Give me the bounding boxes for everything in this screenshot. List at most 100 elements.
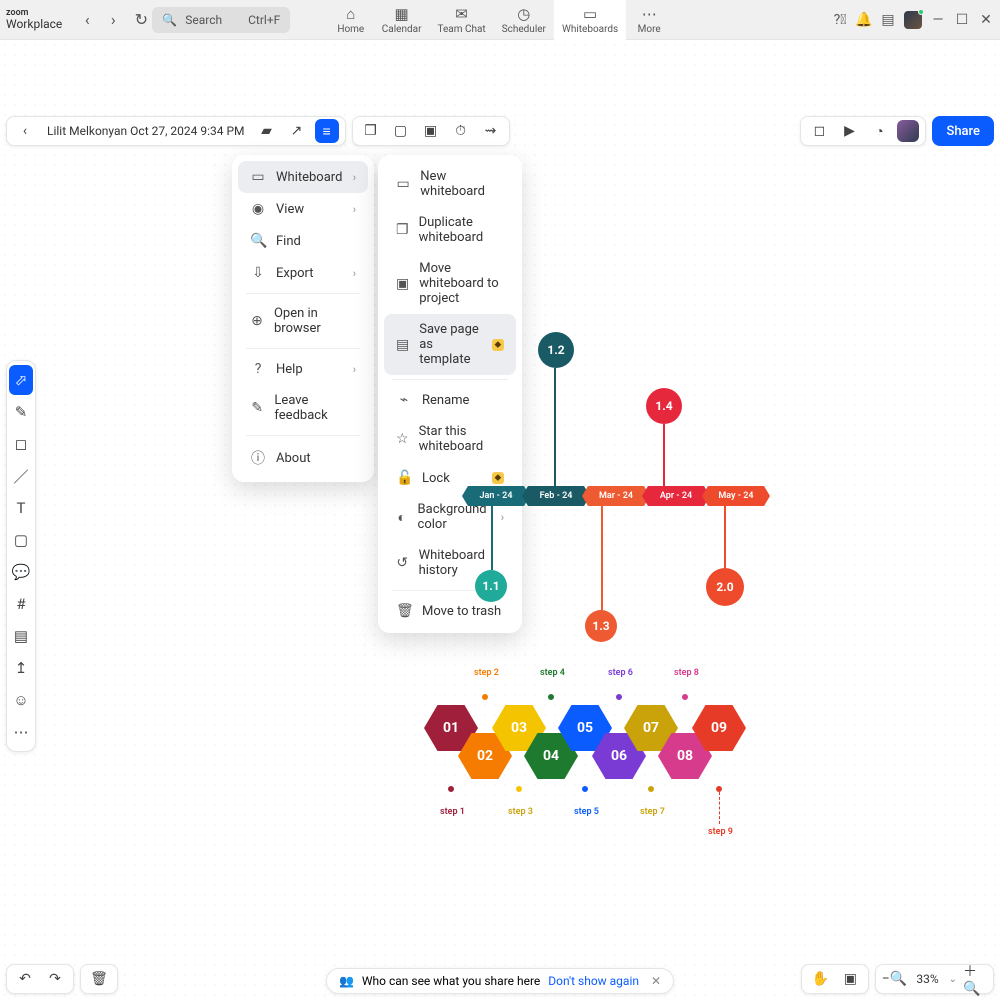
menu-whiteboard[interactable]: ▭Whiteboard› — [238, 161, 368, 193]
timeline-node[interactable]: 1.1 — [475, 570, 507, 602]
zoom-chevron-icon[interactable]: ⌄ — [949, 974, 957, 985]
notice-link[interactable]: Don't show again — [548, 974, 639, 988]
info-icon: ⓘ — [250, 448, 266, 468]
pages-icon[interactable]: ❐ — [359, 119, 383, 143]
comment-icon[interactable]: ◻ — [807, 119, 831, 143]
tool-frame[interactable]: # — [9, 589, 33, 619]
submenu-new[interactable]: ▭New whiteboard — [384, 161, 516, 207]
hex-label: 03 — [511, 720, 527, 736]
submenu-save-template[interactable]: ▤Save page as template⬥ — [384, 314, 516, 375]
paint-bucket-icon[interactable]: ▰ — [255, 119, 279, 143]
minimap-button[interactable]: ▣ — [838, 967, 862, 991]
globe-icon: ⊕ — [250, 313, 264, 329]
hand-tool[interactable]: ✋ — [808, 967, 832, 991]
document-title[interactable]: Lilit Melkonyan Oct 27, 2024 9:34 PM — [43, 124, 249, 138]
share-button[interactable]: Share — [932, 116, 994, 146]
tab-whiteboards[interactable]: ▭Whiteboards — [554, 0, 626, 40]
menu-help[interactable]: ?Help› — [238, 353, 368, 385]
timeline-month[interactable]: Mar - 24 — [588, 486, 644, 506]
undo-button[interactable]: ↶ — [13, 967, 37, 991]
hex-label: 07 — [643, 720, 659, 736]
step-label: step 6 — [608, 668, 633, 678]
menu-find[interactable]: 🔍Find — [238, 225, 368, 257]
redo-button[interactable]: ↷ — [43, 967, 67, 991]
submenu-move[interactable]: ▣Move whiteboard to project — [384, 253, 516, 314]
menu-open-browser[interactable]: ⊕Open in browser — [238, 298, 368, 344]
timer-icon[interactable]: ⏱ — [449, 119, 473, 143]
tab-home[interactable]: ⌂Home — [328, 0, 374, 40]
window-minimize[interactable]: — — [930, 12, 946, 28]
tool-line[interactable]: ／ — [9, 461, 33, 491]
notice-close[interactable]: ✕ — [651, 974, 661, 988]
trash-button[interactable]: 🗑 — [87, 967, 111, 991]
bell-icon[interactable]: 🔔 — [856, 12, 872, 28]
tab-team-chat[interactable]: ✉Team Chat — [429, 0, 493, 40]
laser-icon[interactable]: ▣ — [419, 119, 443, 143]
tab-calendar[interactable]: ▦Calendar — [374, 0, 430, 40]
premium-badge: ⬥ — [492, 339, 504, 351]
left-toolbar: ⬀ ✎ ◻ ／ T ▢ 💬 # ▤ ↥ ☺ ⋯ — [6, 360, 36, 752]
zoom-level[interactable]: 33% — [912, 972, 942, 986]
menu-about-label: About — [276, 451, 311, 466]
submenu-star[interactable]: ☆Star this whiteboard — [384, 416, 516, 462]
node-label: 1.4 — [655, 399, 672, 413]
hamburger-menu-button[interactable]: ≡ — [315, 119, 339, 143]
collaborator-avatar[interactable] — [897, 120, 919, 142]
tool-more[interactable]: ⋯ — [9, 717, 33, 747]
nav-forward-button[interactable]: › — [102, 9, 124, 31]
record-icon[interactable]: ◔ — [867, 119, 891, 143]
submenu-duplicate[interactable]: ❐Duplicate whiteboard — [384, 207, 516, 253]
step-label: step 9 — [708, 827, 733, 837]
tool-shapes[interactable]: ◻ — [9, 429, 33, 459]
tool-emoji[interactable]: ☺ — [9, 685, 33, 715]
tool-pen[interactable]: ✎ — [9, 397, 33, 427]
history-button[interactable]: ↻ — [130, 9, 152, 31]
submenu-bg-label: Background color — [418, 502, 491, 532]
nav-back-button[interactable]: ‹ — [76, 9, 98, 31]
follow-icon[interactable]: ⇝ — [479, 119, 503, 143]
step-dot — [682, 694, 688, 700]
menu-about[interactable]: ⓘ About — [238, 440, 368, 476]
menu-help-label: Help — [276, 362, 303, 377]
profile-avatar[interactable] — [904, 11, 922, 29]
tool-comment[interactable]: 💬 — [9, 557, 33, 587]
menu-view[interactable]: ◉View› — [238, 193, 368, 225]
timeline-month[interactable]: May - 24 — [708, 486, 764, 506]
timeline-node[interactable]: 1.2 — [538, 332, 574, 368]
present-icon[interactable]: ▢ — [389, 119, 413, 143]
timeline-node[interactable]: 1.3 — [585, 610, 617, 642]
step-dot — [482, 694, 488, 700]
timeline-month[interactable]: Feb - 24 — [528, 486, 584, 506]
tool-select[interactable]: ⬀ — [9, 365, 33, 395]
window-close[interactable]: ✕ — [978, 12, 994, 28]
tool-templates[interactable]: ▤ — [9, 621, 33, 651]
menu-export[interactable]: ⇩Export› — [238, 257, 368, 289]
tool-text[interactable]: T — [9, 493, 33, 523]
submenu-rename[interactable]: ⌁Rename — [384, 384, 516, 416]
search-box[interactable]: 🔍 Search Ctrl+F — [152, 7, 290, 33]
step-dot — [582, 786, 588, 792]
timeline-month[interactable]: Apr - 24 — [648, 486, 704, 506]
open-external-icon[interactable]: ↗ — [285, 119, 309, 143]
window-maximize[interactable]: ☐ — [954, 12, 970, 28]
tool-sticky[interactable]: ▢ — [9, 525, 33, 555]
tool-upload[interactable]: ↥ — [9, 653, 33, 683]
template-icon: ▤ — [396, 337, 409, 353]
video-icon[interactable]: ▶ — [837, 119, 861, 143]
tab-scheduler[interactable]: ◷Scheduler — [494, 0, 554, 40]
zoom-in-button[interactable]: ＋🔍 — [963, 967, 987, 991]
chevron-right-icon: › — [501, 511, 504, 524]
apps-icon[interactable]: ▤ — [880, 12, 896, 28]
timeline-month[interactable]: Jan - 24 — [468, 486, 524, 506]
tab-more[interactable]: ⋯More — [626, 0, 672, 40]
brand-workplace: Workplace — [6, 18, 62, 30]
menu-find-label: Find — [276, 234, 301, 249]
tab-teamchat-label: Team Chat — [437, 24, 485, 35]
zoom-out-button[interactable]: −🔍 — [882, 967, 906, 991]
menu-feedback[interactable]: ✎Leave feedback — [238, 385, 368, 431]
help-icon[interactable]: ?⃝ — [832, 12, 848, 28]
chevron-right-icon: › — [353, 203, 356, 216]
timeline-node[interactable]: 2.0 — [706, 568, 744, 606]
timeline-node[interactable]: 1.4 — [646, 388, 682, 424]
back-chevron-button[interactable]: ‹ — [13, 119, 37, 143]
